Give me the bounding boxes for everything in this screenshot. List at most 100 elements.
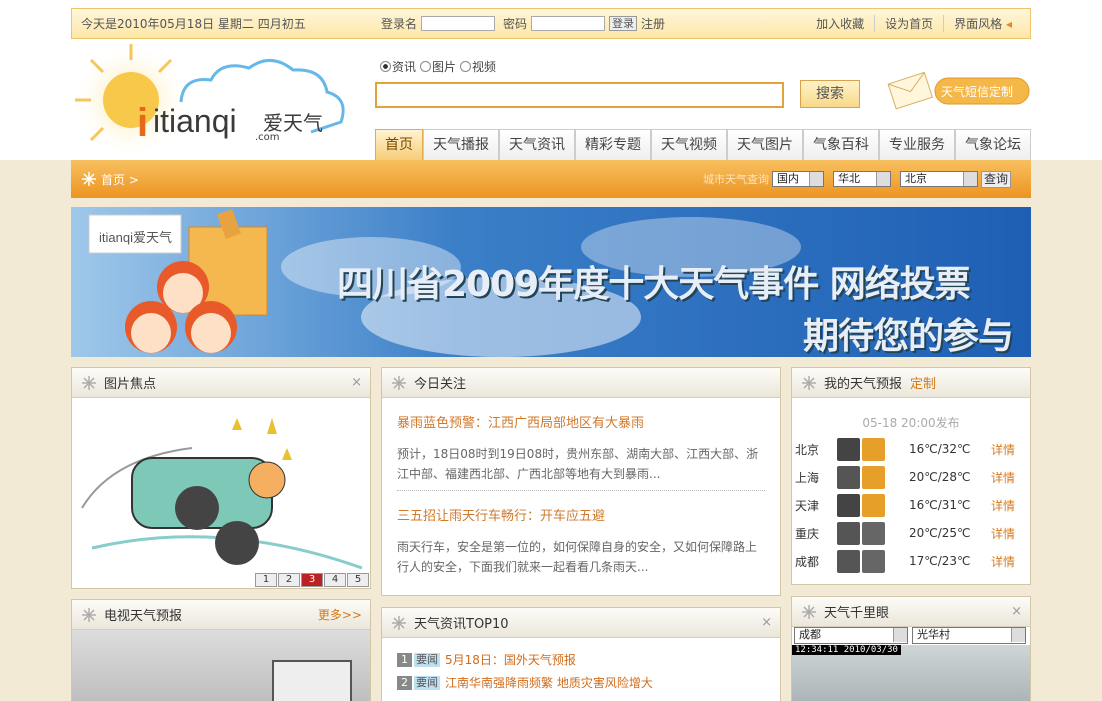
divider — [397, 490, 765, 491]
sms-subscribe-button[interactable]: 天气短信定制 — [887, 70, 1031, 110]
banner-headline: 四川省2009年度十大天气事件 网络投票 — [337, 264, 971, 305]
temperature: 20℃/25℃ — [909, 526, 971, 540]
moon-icon — [837, 493, 860, 517]
site-logo[interactable]: i itianqi 爱天气 .com — [71, 40, 361, 158]
page-2[interactable]: 2 — [278, 573, 300, 587]
close-icon[interactable]: × — [351, 375, 362, 390]
publish-time: 05-18 20:00发布 — [862, 416, 960, 430]
webcam-city-select[interactable]: 成都 — [794, 627, 908, 644]
news-summary-2: 雨天行车，安全是第一位的，如何保障自身的安全，又如何保障路上行人的安全，下面我们… — [397, 540, 758, 574]
current-date: 今天是2010年05月18日 星期二 四月初五 — [81, 17, 306, 31]
panel-title: 天气资讯TOP10 — [414, 617, 509, 632]
breadcrumb-home[interactable]: 首页 > — [101, 171, 139, 188]
news-headline-2[interactable]: 三五招让雨天行车畅行：开车应五避 — [397, 505, 780, 524]
tab-special-topics[interactable]: 精彩专题 — [575, 129, 651, 160]
customize-link[interactable]: 定制 — [910, 373, 936, 392]
tab-home[interactable]: 首页 — [375, 129, 423, 160]
tab-weather-news[interactable]: 天气资讯 — [499, 129, 575, 160]
more-link[interactable]: 更多>> — [318, 606, 362, 623]
forecast-row: 成都 17℃/23℃ 详情 — [792, 547, 1030, 575]
password-label: 密码 — [503, 17, 528, 31]
tab-encyclopedia[interactable]: 气象百科 — [803, 129, 879, 160]
region1-select[interactable]: 国内 — [771, 171, 824, 187]
tab-weather-broadcast[interactable]: 天气播报 — [423, 129, 499, 160]
city-name: 北京 — [795, 442, 820, 457]
forecast-row: 天津 16℃/31℃ 详情 — [792, 491, 1030, 519]
region2-select[interactable]: 华北 — [832, 171, 891, 187]
tab-pro-services[interactable]: 专业服务 — [879, 129, 955, 160]
register-link[interactable]: 注册 — [641, 15, 665, 32]
search-button[interactable]: 搜索 — [800, 80, 860, 108]
forecast-row: 北京 16℃/32℃ 详情 — [792, 435, 1030, 463]
page-4[interactable]: 4 — [324, 573, 346, 587]
sparkle-icon — [82, 172, 96, 186]
sparkle-icon — [82, 375, 96, 390]
sparkle-icon — [82, 607, 96, 622]
moon-icon — [837, 437, 860, 461]
triangle-left-icon: ◂ — [1005, 17, 1012, 31]
sun-icon — [862, 493, 885, 517]
theme-style-link[interactable]: 界面风格 ◂ — [943, 15, 1022, 32]
logo-suffix: .com — [255, 132, 280, 143]
webcam-spot-select[interactable]: 光华村 — [912, 627, 1026, 644]
query-button[interactable]: 查询 — [980, 170, 1011, 188]
radio-news[interactable]: 资讯 — [380, 58, 416, 75]
sparkle-icon — [802, 604, 816, 619]
temperature: 16℃/32℃ — [909, 442, 971, 456]
detail-link[interactable]: 详情 — [991, 469, 1015, 486]
logo-text: itianqi — [153, 103, 237, 139]
city-name: 上海 — [795, 470, 820, 485]
breadcrumb-bar: 首页 > 城市天气查询 国内 华北 北京 查询 — [71, 160, 1031, 198]
tab-weather-photos[interactable]: 天气图片 — [727, 129, 803, 160]
panel-title: 天气千里眼 — [824, 606, 890, 621]
page-3[interactable]: 3 — [301, 573, 323, 587]
page-1[interactable]: 1 — [255, 573, 277, 587]
vote-banner[interactable]: itianqi爱天气 四川省2009年度十大天气事件 网络投票 期待您的参与 — [71, 207, 1031, 357]
password-input[interactable] — [531, 16, 606, 31]
photo-focus-panel: 图片焦点 × 1 2 3 4 5 — [71, 367, 371, 589]
rain-cloud-icon — [837, 465, 860, 489]
tv-video-player[interactable] — [72, 630, 370, 701]
tab-weather-video[interactable]: 天气视频 — [651, 129, 727, 160]
close-icon[interactable]: × — [761, 615, 772, 630]
sparkle-icon — [392, 375, 406, 390]
sparkle-icon — [392, 615, 406, 630]
sun-icon — [862, 437, 885, 461]
page-5[interactable]: 5 — [347, 573, 369, 587]
login-button[interactable]: 登录 — [609, 16, 638, 31]
detail-link[interactable]: 详情 — [991, 441, 1015, 458]
panel-title: 今日关注 — [414, 377, 467, 392]
sun-cloud-icon — [862, 465, 885, 489]
add-favorite-link[interactable]: 加入收藏 — [806, 15, 874, 32]
list-item[interactable]: 2 要闻 江南华南强降雨频繁 地质灾害风险增大 — [382, 671, 780, 694]
search-input[interactable] — [375, 82, 784, 108]
top-links: 加入收藏 设为首页 界面风格 ◂ — [806, 15, 1022, 32]
cloud-icon — [862, 521, 885, 545]
city-query: 城市天气查询 国内 华北 北京 查询 — [703, 170, 1011, 188]
news-headline-1[interactable]: 暴雨蓝色预警：江西广西局部地区有大暴雨 — [397, 412, 780, 431]
photo-pager: 1 2 3 4 5 — [254, 573, 369, 587]
cloud-icon — [837, 549, 860, 573]
my-forecast-panel: 我的天气预报 定制 05-18 20:00发布 北京 16℃/32℃ 详情 上海… — [791, 367, 1031, 585]
tab-forum[interactable]: 气象论坛 — [955, 129, 1031, 160]
panel-title: 电视天气预报 — [104, 609, 183, 624]
radio-video[interactable]: 视频 — [460, 58, 496, 75]
panel-title: 我的天气预报 — [824, 377, 903, 392]
temperature: 20℃/28℃ — [909, 470, 971, 484]
news-summary-1: 预计，18日08时到19日08时，贵州东部、湖南大部、江西大部、浙江中部、福建西… — [397, 447, 759, 481]
detail-link[interactable]: 详情 — [991, 497, 1015, 514]
detail-link[interactable]: 详情 — [991, 525, 1015, 542]
webcam-view[interactable]: 12:34:11 2010/03/30 — [792, 645, 1030, 701]
city-select[interactable]: 北京 — [899, 171, 978, 187]
webcam-panel: 天气千里眼 × 成都 光华村 12:34:11 2010/03/30 — [791, 596, 1031, 701]
set-homepage-link[interactable]: 设为首页 — [874, 15, 943, 32]
username-input[interactable] — [421, 16, 496, 31]
logo-i: i — [137, 101, 148, 145]
focus-image[interactable] — [72, 398, 370, 588]
login-form: 登录名 密码 登录 注册 — [381, 15, 665, 32]
city-name: 成都 — [795, 554, 820, 569]
list-item[interactable]: 1 要闻 5月18日：国外天气预报 — [382, 648, 780, 671]
detail-link[interactable]: 详情 — [991, 553, 1015, 570]
radio-images[interactable]: 图片 — [420, 58, 456, 75]
close-icon[interactable]: × — [1011, 604, 1022, 619]
